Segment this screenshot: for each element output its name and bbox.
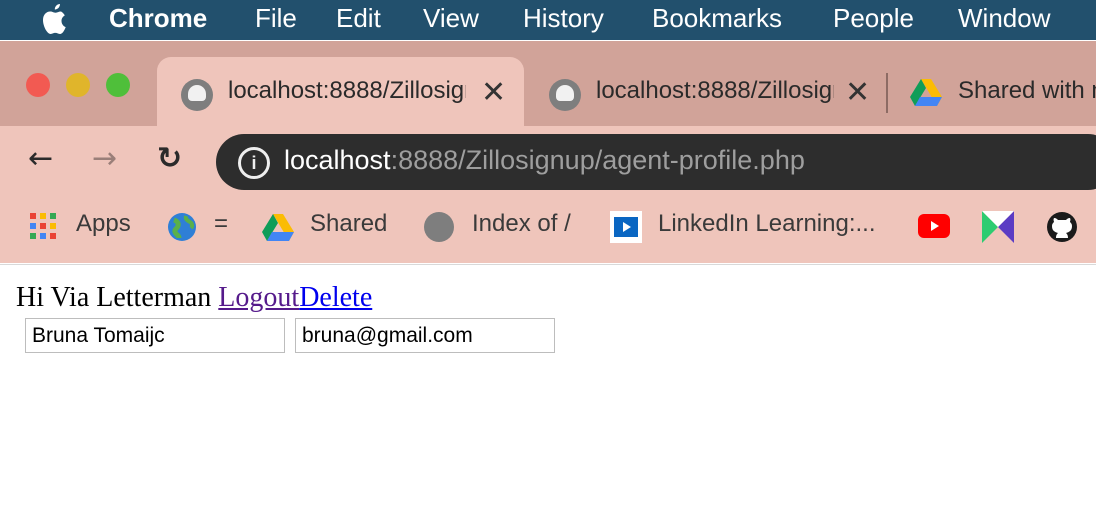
- zoom-window-button[interactable]: [106, 73, 130, 97]
- macos-menu-bar: Chrome File Edit View History Bookmarks …: [0, 0, 1096, 40]
- tab-title: Shared with me: [958, 77, 1096, 104]
- server-favicon-icon: [549, 79, 581, 111]
- youtube-icon[interactable]: [918, 214, 950, 238]
- apps-grid-icon[interactable]: [30, 213, 58, 241]
- web-page-content: Hi Via Letterman LogoutDelete: [0, 264, 1096, 523]
- tab-strip: localhost:8888/Zillosignup/agent-profile…: [0, 41, 1096, 126]
- close-icon[interactable]: ✕: [481, 75, 506, 110]
- apple-menu-icon[interactable]: [40, 2, 70, 36]
- bookmark-equals[interactable]: =: [214, 210, 228, 238]
- menu-history[interactable]: History: [523, 3, 604, 34]
- github-icon[interactable]: [1046, 211, 1078, 243]
- reload-button[interactable]: ↻: [157, 141, 182, 176]
- menu-file[interactable]: File: [255, 3, 297, 34]
- greeting-text: Hi Via Letterman: [16, 282, 219, 313]
- close-icon[interactable]: ✕: [845, 75, 870, 110]
- url-text[interactable]: localhost:8888/Zillosignup/agent-profile…: [284, 145, 805, 176]
- menu-bookmarks[interactable]: Bookmarks: [652, 3, 782, 34]
- address-bar[interactable]: i localhost:8888/Zillosignup/agent-profi…: [216, 134, 1096, 190]
- site-info-icon[interactable]: i: [238, 147, 270, 179]
- url-host: localhost: [284, 145, 391, 175]
- tab-agent-profile[interactable]: localhost:8888/Zillosignup/agent-profile…: [157, 57, 524, 126]
- bowtie-logo-icon[interactable]: [982, 211, 1014, 243]
- menu-view[interactable]: View: [423, 3, 479, 34]
- tab-title: localhost:8888/Zillosignup/index.php: [596, 77, 834, 104]
- linkedin-learning-icon[interactable]: [610, 211, 642, 243]
- menu-people[interactable]: People: [833, 3, 914, 34]
- server-favicon-icon: [181, 79, 213, 111]
- close-window-button[interactable]: [26, 73, 50, 97]
- browser-window: localhost:8888/Zillosignup/agent-profile…: [0, 41, 1096, 263]
- google-drive-icon: [910, 79, 942, 106]
- name-field[interactable]: [25, 318, 285, 353]
- tab-index[interactable]: localhost:8888/Zillosignup/index.php ✕: [525, 57, 885, 126]
- bookmark-index-of[interactable]: Index of /: [472, 210, 571, 238]
- menu-chrome[interactable]: Chrome: [109, 3, 207, 34]
- google-drive-icon[interactable]: [262, 214, 294, 242]
- menu-edit[interactable]: Edit: [336, 3, 381, 34]
- tab-shared-with-me[interactable]: Shared with me: [888, 57, 1096, 126]
- minimize-window-button[interactable]: [66, 73, 90, 97]
- back-button[interactable]: ←: [28, 141, 53, 176]
- server-favicon-icon[interactable]: [424, 212, 454, 242]
- globe-icon[interactable]: [166, 211, 198, 243]
- logout-link[interactable]: Logout: [218, 282, 299, 313]
- email-field[interactable]: [295, 318, 555, 353]
- greeting-line: Hi Via Letterman LogoutDelete: [16, 282, 372, 314]
- url-path: :8888/Zillosignup/agent-profile.php: [390, 145, 805, 175]
- delete-link[interactable]: Delete: [299, 282, 372, 313]
- bookmark-apps[interactable]: Apps: [76, 210, 131, 238]
- menu-window[interactable]: Window: [958, 3, 1050, 34]
- forward-button[interactable]: →: [92, 141, 117, 176]
- tab-title: localhost:8888/Zillosignup/agent-profile…: [228, 77, 466, 104]
- bookmark-linkedin-learning[interactable]: LinkedIn Learning:...: [658, 210, 876, 238]
- bookmark-shared[interactable]: Shared: [310, 210, 387, 238]
